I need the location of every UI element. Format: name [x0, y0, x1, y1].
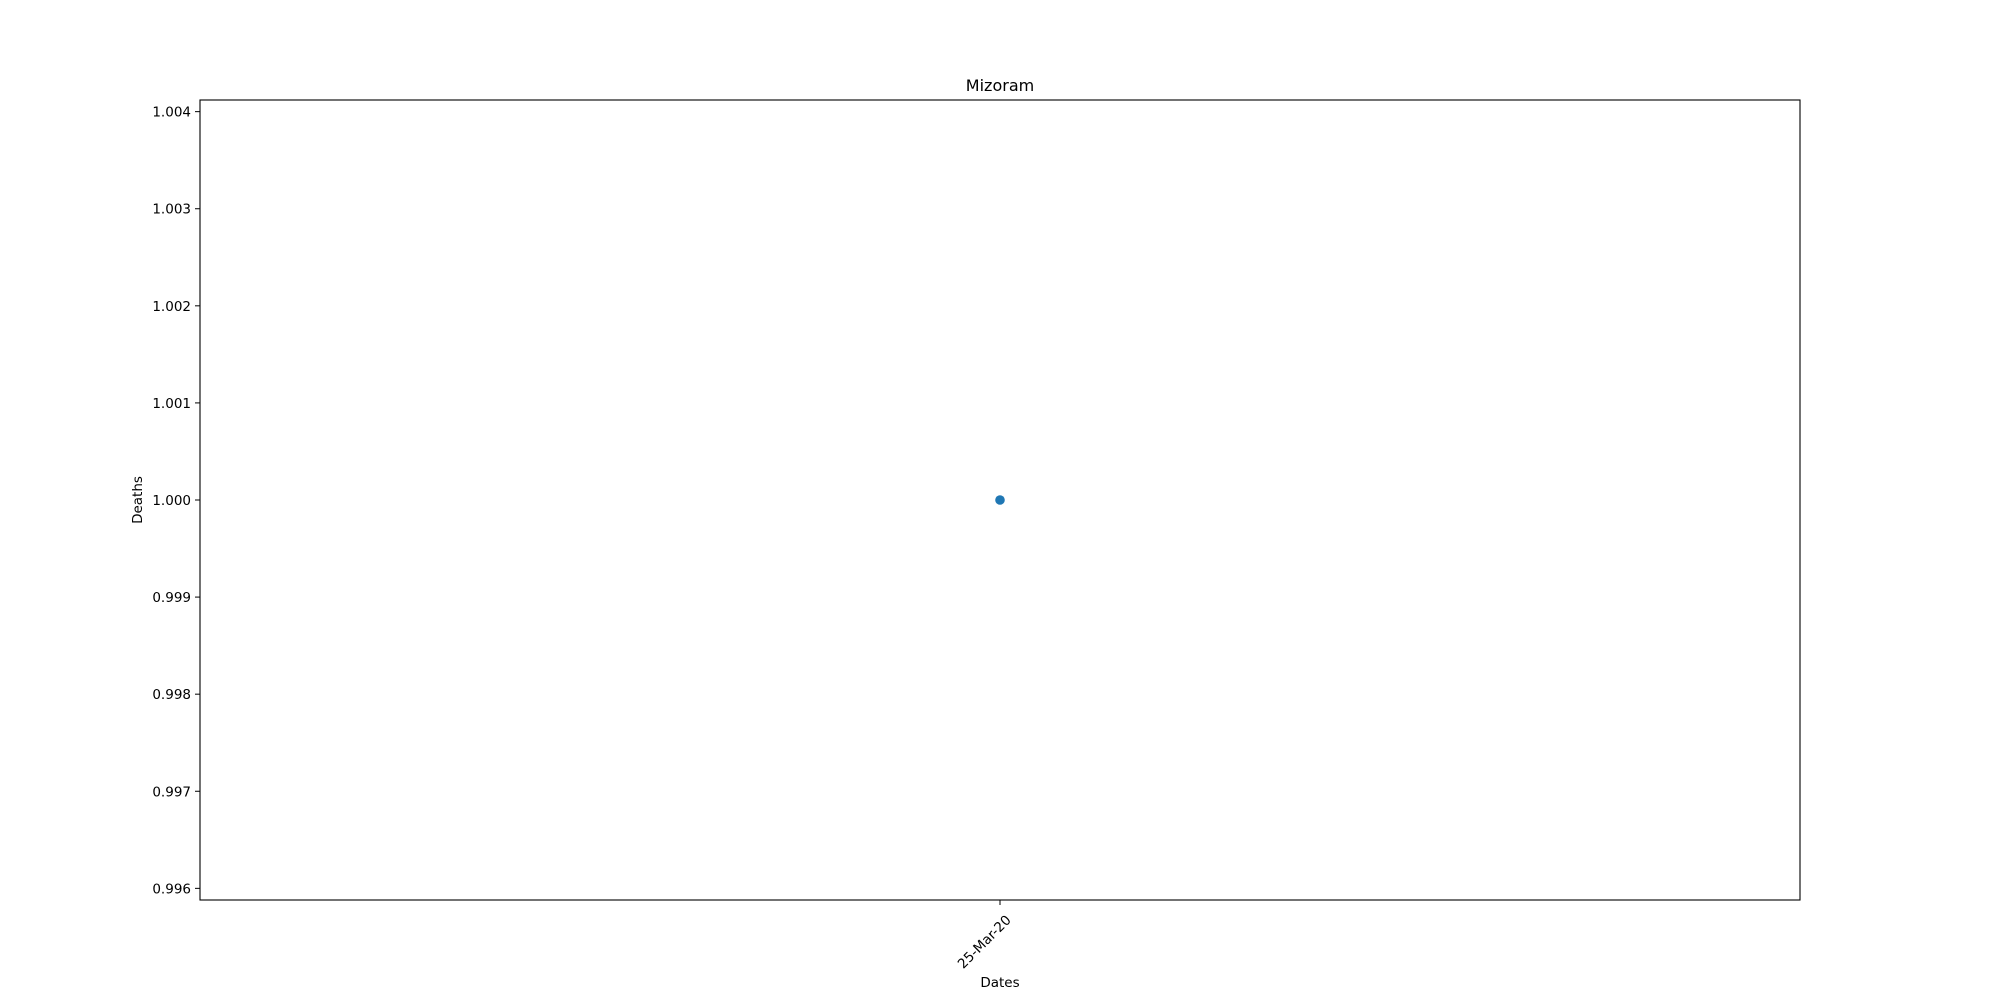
y-tick-label: 0.996 — [152, 881, 191, 897]
x-axis: 25-Mar-20 — [955, 900, 1015, 972]
x-axis-label: Dates — [980, 975, 1019, 991]
x-tick-label: 25-Mar-20 — [955, 912, 1015, 972]
y-axis: 0.996 0.997 0.998 0.999 1.000 1.001 1.002 1.003… — [152, 105, 200, 897]
data-point — [995, 495, 1005, 505]
y-tick-label: 0.997 — [152, 784, 191, 800]
y-tick-label: 1.000 — [152, 493, 191, 509]
y-tick-label: 0.999 — [152, 590, 191, 606]
chart-title: Mizoram — [966, 76, 1034, 95]
y-tick-label: 1.001 — [152, 396, 191, 412]
y-axis-label: Deaths — [130, 476, 146, 524]
chart: Mizoram 0.996 0.997 0.998 0.999 1.000 1.001 1.… — [130, 76, 1801, 991]
y-tick-label: 0.998 — [152, 687, 191, 703]
y-tick-label: 1.003 — [152, 202, 191, 218]
data-points — [995, 495, 1005, 505]
y-tick-label: 1.004 — [152, 105, 191, 121]
y-tick-label: 1.002 — [152, 299, 191, 315]
